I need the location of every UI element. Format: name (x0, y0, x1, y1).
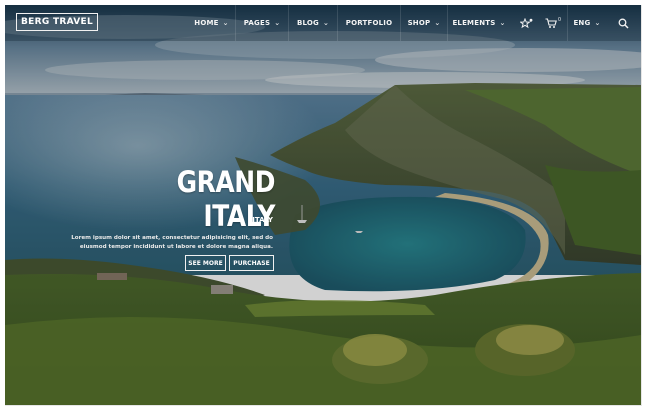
chevron-down-icon: ⌄ (434, 19, 441, 27)
nav-item-label: PAGES (243, 19, 271, 27)
see-more-button[interactable]: SEE MORE (185, 255, 226, 271)
nav-item-portfolio[interactable]: PORTFOLIO (337, 5, 400, 41)
chevron-down-icon: ⌄ (222, 19, 229, 27)
search-icon (618, 18, 629, 29)
favorites-button[interactable] (513, 5, 539, 41)
nav-item-label: PORTFOLIO (345, 19, 393, 27)
main-navigation: BERG TRAVEL HOME ⌄ PAGES ⌄ BLOG ⌄ PORTFO… (5, 5, 641, 41)
nav-item-label: BLOG (296, 19, 319, 27)
cart-button[interactable]: 0 (540, 5, 566, 41)
chevron-down-icon: ⌄ (274, 19, 281, 27)
hero-description-line: eiusmod tempor incididunt ut labore et d… (79, 244, 273, 250)
nav-item-label: ELEMENTS (452, 19, 496, 27)
nav-item-label: SHOP (407, 19, 431, 27)
hero-slider: BERG TRAVEL HOME ⌄ PAGES ⌄ BLOG ⌄ PORTFO… (5, 5, 642, 406)
hero-overlay (5, 5, 641, 405)
chevron-down-icon: ⌄ (322, 19, 330, 27)
nav-item-shop[interactable]: SHOP ⌄ (400, 5, 447, 41)
hero-description: Lorem ipsum dolor sit amet, consectetur … (45, 234, 273, 252)
language-label: ENG (573, 19, 591, 27)
star-icon (519, 17, 532, 28)
nav-item-home[interactable]: HOME ⌄ (190, 5, 233, 41)
hero-subtitle: ITALY (252, 216, 273, 224)
chevron-down-icon: ⌄ (499, 19, 506, 27)
nav-item-blog[interactable]: BLOG ⌄ (288, 5, 337, 41)
nav-item-label: HOME (194, 19, 219, 27)
nav-item-elements[interactable]: ELEMENTS ⌄ (447, 5, 510, 41)
purchase-button[interactable]: PURCHASE (229, 255, 274, 271)
chevron-down-icon: ⌄ (594, 19, 601, 27)
cart-icon (545, 17, 558, 28)
site-logo[interactable]: BERG TRAVEL (16, 13, 99, 31)
nav-item-pages[interactable]: PAGES ⌄ (235, 5, 288, 41)
cart-count-badge: 0 (558, 16, 561, 23)
language-selector[interactable]: ENG ⌄ (567, 5, 606, 41)
search-button[interactable] (609, 5, 637, 41)
hero-description-line: Lorem ipsum dolor sit amet, consectetur … (71, 235, 273, 241)
